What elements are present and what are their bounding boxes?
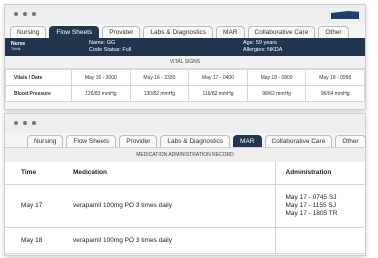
mar-table: Time Medication Administration May 17 ve… [5,162,365,254]
logo-line2: Think [11,47,21,51]
time-cell: May 17 [5,184,73,228]
blood-pressure-cell: 98/62 mmHg [246,85,307,102]
patient-banner: Nurse Think Name: GG Code Status: Full A… [5,38,365,56]
tab-mar[interactable]: MAR [216,26,245,38]
medication-cell: verapamil 100mg PO 3 times daily [73,184,275,228]
mar-window: Nursing Flow Sheets Provider Labs & Diag… [4,113,366,256]
code-status: Code Status: Full [89,47,132,53]
table-row: May 17 verapamil 100mg PO 3 times daily … [5,184,365,228]
table-row: Blood Pressure 126/83 mmHg 130/82 mmHg 1… [5,85,365,102]
vital-signs-title: VITAL SIGNS [5,56,365,69]
flag-icon [331,11,359,19]
tab-nursing[interactable]: Nursing [27,135,64,147]
administration-header: Administration [274,162,365,185]
tab-other[interactable]: Other [335,135,366,147]
table-header-row: Time Medication Administration [5,162,365,185]
vitals-date-cell: May 18 - 0800 [246,69,307,86]
vitals-date-cell: May 16 - 2330 [129,69,190,86]
vital-signs-table: Vitals / Date May 16 - 2000 May 16 - 233… [5,69,365,102]
table-row: May 18 verapamil 100mg PO 3 times daily [5,227,365,254]
blood-pressure-label: Blood Pressure [5,85,72,102]
window-titlebar [5,114,365,133]
patient-age: Age: 59 years [243,40,277,46]
patient-info-right: Age: 59 years Allergies: NKDA [243,40,282,54]
time-header: Time [5,162,73,185]
nursethink-logo: Nurse Think [5,42,47,52]
vitals-date-cell: May 17 - 0400 [188,69,248,86]
tab-nursing[interactable]: Nursing [10,26,47,38]
window-controls [14,121,36,125]
administration-cell: May 17 - 0745 SJ May 17 - 1155 SJ May 17… [274,184,365,228]
patient-info-left: Name: GG Code Status: Full [89,40,131,54]
patient-allergies: Allergies: NKDA [243,47,283,53]
blood-pressure-cell: 116/82 mmHg [188,85,248,102]
administration-entry: May 17 - 1805 TR [285,209,338,217]
tab-flow-sheets[interactable]: Flow Sheets [49,26,100,38]
window-dot-icon[interactable] [14,12,18,16]
patient-name: Name: GG [89,40,116,46]
window-titlebar [5,5,365,24]
administration-entry: May 17 - 0745 SJ [285,193,337,201]
tab-other[interactable]: Other [318,26,349,38]
tab-flow-sheets[interactable]: Flow Sheets [66,135,117,147]
blood-pressure-cell: 130/82 mmHg [129,85,190,102]
window-dot-icon[interactable] [23,12,27,16]
window-controls [14,12,36,16]
vitals-date-header: Vitals / Date [5,69,72,86]
tab-provider[interactable]: Provider [102,26,141,38]
flow-sheets-window: Nursing Flow Sheets Provider Labs & Diag… [4,4,366,110]
tab-labs-diagnostics[interactable]: Labs & Diagnostics [143,26,214,38]
tab-labs-diagnostics[interactable]: Labs & Diagnostics [160,135,231,147]
tab-mar[interactable]: MAR [233,135,262,147]
window-dot-icon[interactable] [32,12,36,16]
tab-collaborative-care[interactable]: Collaborative Care [264,135,333,147]
window-dot-icon[interactable] [23,121,27,125]
window-dot-icon[interactable] [14,121,18,125]
table-row: Vitals / Date May 16 - 2000 May 16 - 233… [5,69,365,86]
tab-collaborative-care[interactable]: Collaborative Care [247,26,316,38]
mar-title: MEDICATION ADMINISTRATION RECORD [5,147,365,162]
medication-cell: verapamil 100mg PO 3 times daily [73,227,275,254]
medication-header: Medication [73,162,275,185]
tab-bar: Nursing Flow Sheets Provider Labs & Diag… [5,24,365,38]
administration-cell [274,227,365,254]
vitals-date-cell: May 16 - 2000 [71,69,131,86]
blood-pressure-cell: 96/64 mmHg [305,85,365,102]
time-cell: May 18 [5,227,73,254]
blood-pressure-cell: 126/83 mmHg [71,85,131,102]
window-dot-icon[interactable] [32,121,36,125]
tab-provider[interactable]: Provider [119,135,158,147]
vitals-date-cell: May 18 - 0958 [305,69,365,86]
tab-bar: Nursing Flow Sheets Provider Labs & Diag… [5,133,366,147]
administration-entry: May 17 - 1155 SJ [285,201,336,209]
